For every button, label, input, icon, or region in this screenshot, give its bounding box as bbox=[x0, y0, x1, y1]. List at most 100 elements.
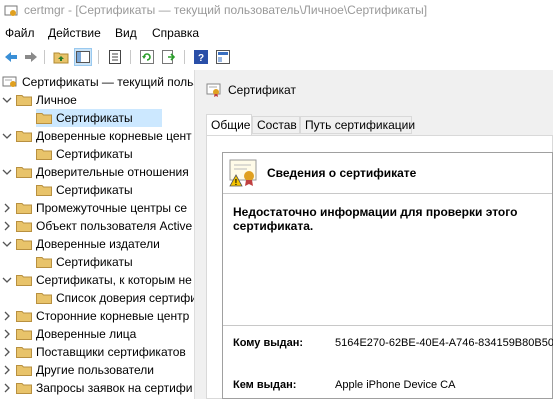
chevron-right-icon[interactable] bbox=[2, 383, 12, 393]
chevron-down-icon[interactable] bbox=[2, 275, 12, 285]
svg-text:?: ? bbox=[198, 53, 204, 64]
refresh-icon[interactable] bbox=[138, 48, 156, 66]
tree-item[interactable]: Доверительные отношения bbox=[2, 163, 189, 181]
tree-item[interactable]: Другие пользователи bbox=[2, 361, 154, 379]
folder-icon bbox=[36, 293, 52, 304]
back-icon[interactable] bbox=[2, 48, 20, 66]
tree-item[interactable]: Сторонние корневые центр bbox=[2, 307, 189, 325]
tree-item-label: Сертификаты bbox=[56, 255, 133, 269]
tree-item[interactable]: Сертификаты — текущий польз bbox=[2, 73, 194, 91]
folder-icon bbox=[36, 113, 52, 124]
tree-item-label: Доверенные корневые цент bbox=[36, 129, 192, 143]
tree-item-label: Сторонние корневые центр bbox=[36, 309, 190, 323]
dialog-header: Сертификат bbox=[206, 82, 296, 98]
tree-item-label: Сертификаты bbox=[56, 183, 133, 197]
menu-bar: Файл Действие Вид Справка bbox=[0, 22, 553, 44]
chevron-down-icon[interactable] bbox=[2, 95, 12, 105]
certificate-info-box: ! Сведения о сертификате Недостаточно ин… bbox=[222, 152, 553, 399]
tree-item[interactable]: Промежуточные центры се bbox=[2, 199, 187, 217]
chevron-right-icon[interactable] bbox=[2, 311, 12, 321]
warning-message: Недостаточно информации для проверки это… bbox=[233, 205, 518, 233]
tab-details[interactable]: Состав bbox=[252, 116, 300, 134]
chevron-right-icon[interactable] bbox=[2, 329, 12, 339]
tree-item-label: Запросы заявок на сертифи bbox=[36, 381, 193, 395]
info-header: ! Сведения о сертификате bbox=[229, 159, 416, 187]
tree-item-label: Доверительные отношения bbox=[36, 165, 189, 179]
tree-item-label: Сертификаты bbox=[56, 147, 133, 161]
help-icon[interactable]: ? bbox=[192, 48, 210, 66]
console-tree-icon[interactable] bbox=[214, 48, 232, 66]
folder-icon bbox=[16, 275, 32, 286]
tree-item-label: Доверенные издатели bbox=[36, 237, 160, 251]
menu-view[interactable]: Вид bbox=[115, 26, 137, 40]
chevron-down-icon[interactable] bbox=[2, 239, 12, 249]
certificate-icon bbox=[206, 83, 221, 97]
folder-icon bbox=[16, 167, 32, 178]
title-bar: certmgr - [Сертификаты — текущий пользов… bbox=[0, 0, 553, 22]
tree-item-label: Сертификаты bbox=[56, 111, 133, 125]
menu-help[interactable]: Справка bbox=[152, 26, 199, 40]
tree-item-label: Список доверия сертифи bbox=[56, 291, 194, 305]
export-icon[interactable] bbox=[160, 48, 178, 66]
folder-icon bbox=[16, 221, 32, 232]
chevron-down-icon[interactable] bbox=[2, 131, 12, 141]
tree-item[interactable]: Поставщики сертификатов bbox=[2, 343, 186, 361]
tab-certification-path[interactable]: Путь сертификации bbox=[300, 116, 415, 134]
console-tree: Сертификаты — текущий польз Личное Сертифи… bbox=[0, 70, 194, 399]
tree-item[interactable]: Сертификаты, к которым не bbox=[2, 271, 192, 289]
certmgr-app-icon bbox=[4, 5, 18, 16]
certificate-dialog: Сертификат Общие Состав Путь сертификаци… bbox=[198, 70, 553, 399]
tree-item[interactable]: Личное bbox=[2, 91, 77, 109]
folder-icon bbox=[16, 203, 32, 214]
issued-by-label: Кем выдан: bbox=[233, 379, 297, 391]
tab-general[interactable]: Общие bbox=[206, 114, 252, 136]
up-folder-icon[interactable] bbox=[52, 48, 70, 66]
folder-icon bbox=[16, 311, 32, 322]
tree-item[interactable]: Сертификаты bbox=[36, 145, 133, 163]
tree-item[interactable]: Доверенные лица bbox=[2, 325, 136, 343]
folder-icon bbox=[36, 185, 52, 196]
menu-file[interactable]: Файл bbox=[5, 26, 35, 40]
tree-item-label: Объект пользователя Active bbox=[36, 219, 193, 233]
forward-icon[interactable] bbox=[22, 48, 40, 66]
tree-item[interactable]: Доверенные издатели bbox=[2, 235, 160, 253]
tree-item-label: Другие пользователи bbox=[36, 363, 154, 377]
tree-item-label: Поставщики сертификатов bbox=[36, 345, 186, 359]
window-title: certmgr - [Сертификаты — текущий пользов… bbox=[24, 3, 428, 17]
folder-icon bbox=[16, 239, 32, 250]
divider bbox=[223, 325, 552, 326]
issued-to-label: Кому выдан: bbox=[233, 337, 304, 349]
show-hide-tree-icon[interactable] bbox=[74, 48, 92, 66]
tree-item[interactable]: Сертификаты bbox=[36, 109, 162, 127]
divider bbox=[223, 193, 552, 194]
chevron-down-icon[interactable] bbox=[2, 167, 12, 177]
chevron-right-icon[interactable] bbox=[2, 221, 12, 231]
issued-to-value: 5164E270-62BE-40E4-A746-834159B80B50 bbox=[335, 337, 553, 349]
menu-action[interactable]: Действие bbox=[48, 26, 101, 40]
tree-item[interactable]: Запросы заявок на сертифи bbox=[2, 379, 192, 397]
certificate-store-icon bbox=[2, 76, 17, 87]
chevron-right-icon[interactable] bbox=[2, 347, 12, 357]
chevron-right-icon[interactable] bbox=[2, 203, 12, 213]
folder-icon bbox=[16, 131, 32, 142]
tree-item[interactable]: Список доверия сертифи bbox=[36, 289, 194, 307]
folder-icon bbox=[16, 365, 32, 376]
folder-icon bbox=[16, 383, 32, 394]
folder-icon bbox=[36, 149, 52, 160]
svg-text:!: ! bbox=[235, 178, 238, 187]
tree-item-label: Доверенные лица bbox=[36, 327, 137, 341]
folder-icon bbox=[16, 347, 32, 358]
issued-by-value: Apple iPhone Device CA bbox=[335, 379, 456, 391]
certificate-warning-icon: ! bbox=[229, 159, 257, 187]
tree-item[interactable]: Доверенные корневые цент bbox=[2, 127, 192, 145]
folder-icon bbox=[16, 329, 32, 340]
tree-item[interactable]: Сертификаты bbox=[36, 253, 133, 271]
tree-item-label: Сертификаты, к которым не bbox=[36, 273, 192, 287]
info-header-title: Сведения о сертификате bbox=[267, 166, 417, 180]
properties-icon[interactable] bbox=[106, 48, 124, 66]
tree-item[interactable]: Сертификаты bbox=[36, 181, 133, 199]
tree-item-label: Личное bbox=[36, 93, 77, 107]
chevron-right-icon[interactable] bbox=[2, 365, 12, 375]
tree-item[interactable]: Объект пользователя Active bbox=[2, 217, 192, 235]
toolbar: ? bbox=[0, 44, 553, 71]
